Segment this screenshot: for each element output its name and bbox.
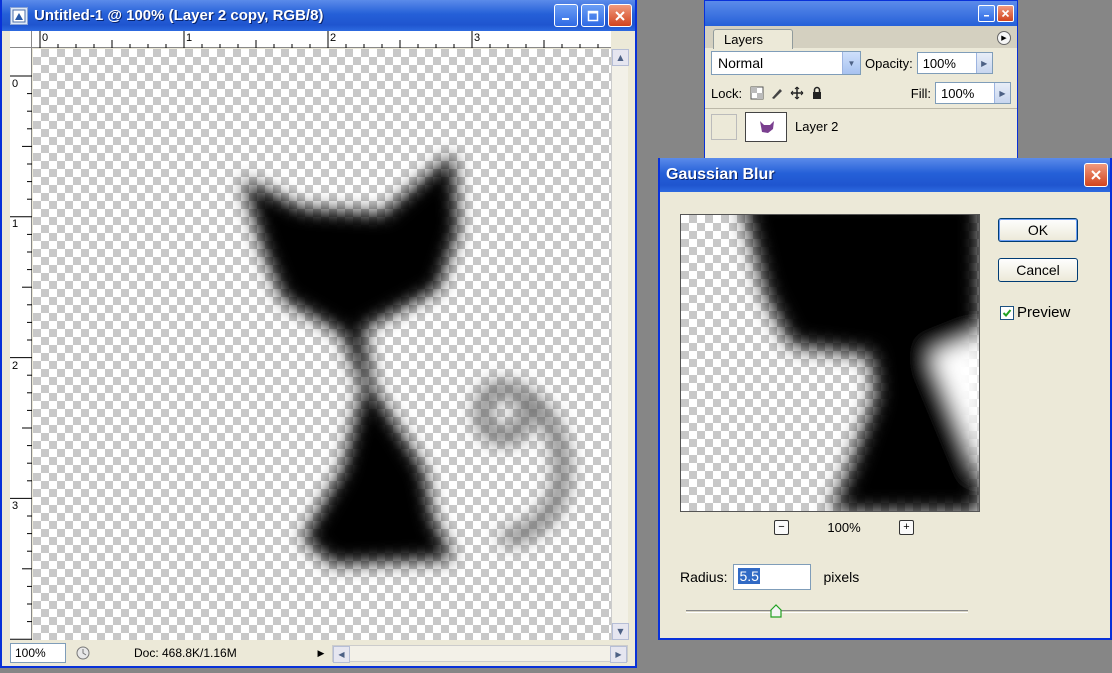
layer-row[interactable]: Layer 2: [705, 108, 1017, 144]
layers-titlebar[interactable]: [705, 1, 1017, 26]
opacity-label: Opacity:: [865, 55, 913, 71]
zoom-out-button[interactable]: −: [774, 520, 789, 535]
document-titlebar[interactable]: Untitled-1 @ 100% (Layer 2 copy, RGB/8): [2, 0, 635, 31]
panel-menu-icon[interactable]: ▶: [997, 31, 1011, 45]
minimize-button[interactable]: [554, 4, 578, 27]
dialog-titlebar[interactable]: Gaussian Blur: [660, 158, 1110, 192]
maximize-icon: [587, 10, 599, 21]
ok-button[interactable]: OK: [998, 218, 1078, 242]
ruler-label-2: 2: [12, 360, 19, 372]
horizontal-ruler-ticks: [39, 31, 599, 48]
close-icon: [615, 10, 625, 21]
blur-preview[interactable]: [680, 214, 980, 512]
radius-value: 5.5: [738, 568, 760, 584]
preview-checkbox[interactable]: Preview: [1000, 304, 1070, 321]
opacity-slider-arrow[interactable]: ▶: [975, 53, 992, 73]
gaussian-blur-dialog[interactable]: Gaussian Blur OK Cancel Preview − 100% +…: [658, 158, 1112, 640]
tab-layers[interactable]: Layers: [713, 29, 793, 49]
ruler-label-3: 3: [12, 500, 19, 512]
vertical-ruler[interactable]: 0 1 2 3: [10, 48, 32, 640]
status-menu-arrow[interactable]: ▶: [314, 644, 328, 662]
fill-field[interactable]: 100% ▶: [935, 82, 1011, 104]
lock-transparency-icon[interactable]: [750, 86, 764, 100]
minimize-icon: [984, 15, 989, 17]
blurred-cat-silhouette: [243, 154, 569, 564]
vertical-ruler-ticks: [10, 75, 32, 640]
zoom-in-button[interactable]: +: [899, 520, 914, 535]
status-info-icon[interactable]: [72, 643, 94, 663]
lock-label: Lock:: [711, 85, 743, 101]
scroll-down-arrow[interactable]: ▼: [612, 623, 629, 640]
document-window[interactable]: Untitled-1 @ 100% (Layer 2 copy, RGB/8) …: [0, 0, 637, 668]
layer-name: Layer 2: [795, 119, 839, 134]
scroll-up-arrow[interactable]: ▲: [612, 49, 629, 66]
lock-all-icon[interactable]: [810, 86, 824, 100]
lock-brush-icon[interactable]: [770, 86, 784, 100]
canvas[interactable]: [33, 49, 611, 640]
radius-label: Radius:: [680, 569, 728, 585]
radius-input[interactable]: 5.5: [733, 564, 812, 590]
preview-label: Preview: [1017, 304, 1071, 321]
ruler-label-0: 0: [12, 78, 19, 90]
status-bar: 100% Doc: 468.8K/1.16M ▶ ◀ ▶: [10, 642, 628, 664]
document-size-info: Doc: 468.8K/1.16M: [134, 646, 237, 660]
checkbox-box[interactable]: [1000, 305, 1014, 320]
ruler-label-1: 1: [12, 218, 19, 230]
fill-value: 100%: [941, 85, 975, 101]
layers-panel[interactable]: Layers ▶ Normal ▼ Opacity: 100% ▶ Lock: …: [704, 0, 1018, 160]
preview-zoom-controls: − 100% +: [774, 520, 914, 535]
visibility-toggle[interactable]: [711, 113, 737, 140]
close-button[interactable]: [608, 4, 632, 27]
slider-thumb[interactable]: [770, 604, 782, 618]
panel-close-button[interactable]: [997, 5, 1014, 22]
minimize-icon: [562, 17, 569, 20]
horizontal-ruler[interactable]: 0 1 2 3: [10, 31, 611, 48]
ruler-label-0: 0: [42, 32, 49, 44]
ruler-label-2: 2: [330, 32, 337, 44]
ruler-origin[interactable]: [10, 31, 32, 48]
fill-slider-arrow[interactable]: ▶: [994, 83, 1010, 103]
opacity-value: 100%: [922, 55, 956, 71]
panel-minimize-button[interactable]: [978, 5, 995, 22]
opacity-field[interactable]: 100% ▶: [916, 52, 993, 74]
radius-unit: pixels: [823, 569, 860, 585]
maximize-button[interactable]: [581, 4, 605, 27]
blend-mode-select[interactable]: Normal ▼: [711, 51, 861, 75]
close-icon: [1091, 170, 1101, 180]
horizontal-scrollbar[interactable]: ◀ ▶: [332, 644, 628, 663]
ruler-label-3: 3: [474, 32, 481, 44]
radius-slider[interactable]: [686, 604, 968, 618]
preview-zoom-value: 100%: [827, 520, 861, 535]
zoom-field[interactable]: 100%: [10, 643, 66, 663]
vertical-scrollbar[interactable]: ▲ ▼: [611, 49, 629, 640]
dialog-title: Gaussian Blur: [666, 166, 775, 183]
radius-row: Radius: 5.5 pixels: [680, 564, 859, 590]
blend-mode-value: Normal: [718, 55, 764, 71]
ruler-label-1: 1: [186, 32, 193, 44]
layer-thumbnail: [745, 111, 787, 142]
close-icon: [1001, 9, 1010, 18]
cancel-button[interactable]: Cancel: [998, 258, 1078, 282]
lock-move-icon[interactable]: [790, 86, 804, 100]
preview-silhouette: [746, 215, 979, 511]
scroll-left-arrow[interactable]: ◀: [333, 645, 350, 663]
photoshop-doc-icon: [10, 6, 28, 25]
document-title: Untitled-1 @ 100% (Layer 2 copy, RGB/8): [34, 7, 324, 24]
scroll-right-arrow[interactable]: ▶: [610, 645, 627, 663]
checkmark-icon: [1002, 308, 1012, 317]
chevron-down-icon: ▼: [842, 52, 860, 74]
dialog-close-button[interactable]: [1084, 163, 1108, 187]
fill-label: Fill:: [910, 85, 931, 101]
